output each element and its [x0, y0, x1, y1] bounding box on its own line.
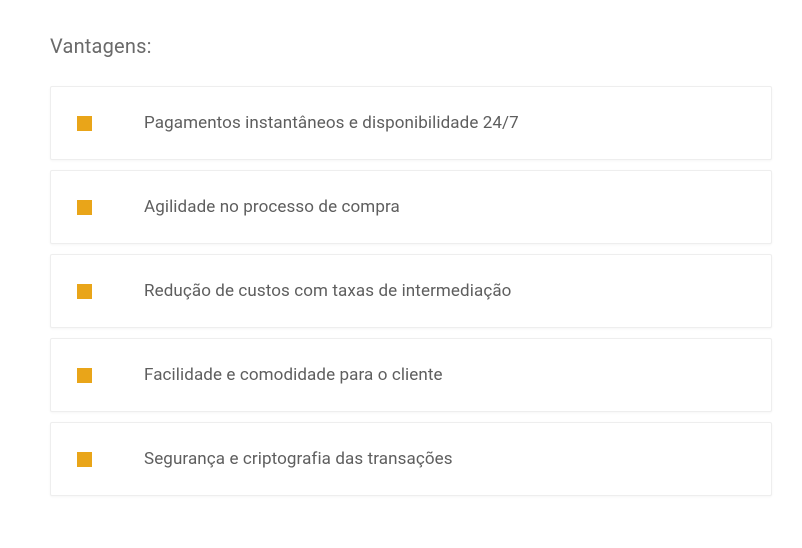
section-heading: Vantagens:	[50, 34, 772, 58]
list-item: Facilidade e comodidade para o cliente	[50, 338, 772, 412]
list-item: Pagamentos instantâneos e disponibilidad…	[50, 86, 772, 160]
list-item: Segurança e criptografia das transações	[50, 422, 772, 496]
list-item-label: Redução de custos com taxas de intermedi…	[144, 281, 511, 301]
list-item: Agilidade no processo de compra	[50, 170, 772, 244]
list-item: Redução de custos com taxas de intermedi…	[50, 254, 772, 328]
list-item-label: Segurança e criptografia das transações	[144, 449, 453, 469]
list-item-label: Facilidade e comodidade para o cliente	[144, 365, 443, 385]
square-bullet-icon	[77, 452, 92, 467]
list-item-label: Pagamentos instantâneos e disponibilidad…	[144, 113, 519, 133]
square-bullet-icon	[77, 116, 92, 131]
advantages-list: Pagamentos instantâneos e disponibilidad…	[50, 86, 772, 496]
square-bullet-icon	[77, 200, 92, 215]
list-item-label: Agilidade no processo de compra	[144, 197, 400, 217]
square-bullet-icon	[77, 368, 92, 383]
square-bullet-icon	[77, 284, 92, 299]
